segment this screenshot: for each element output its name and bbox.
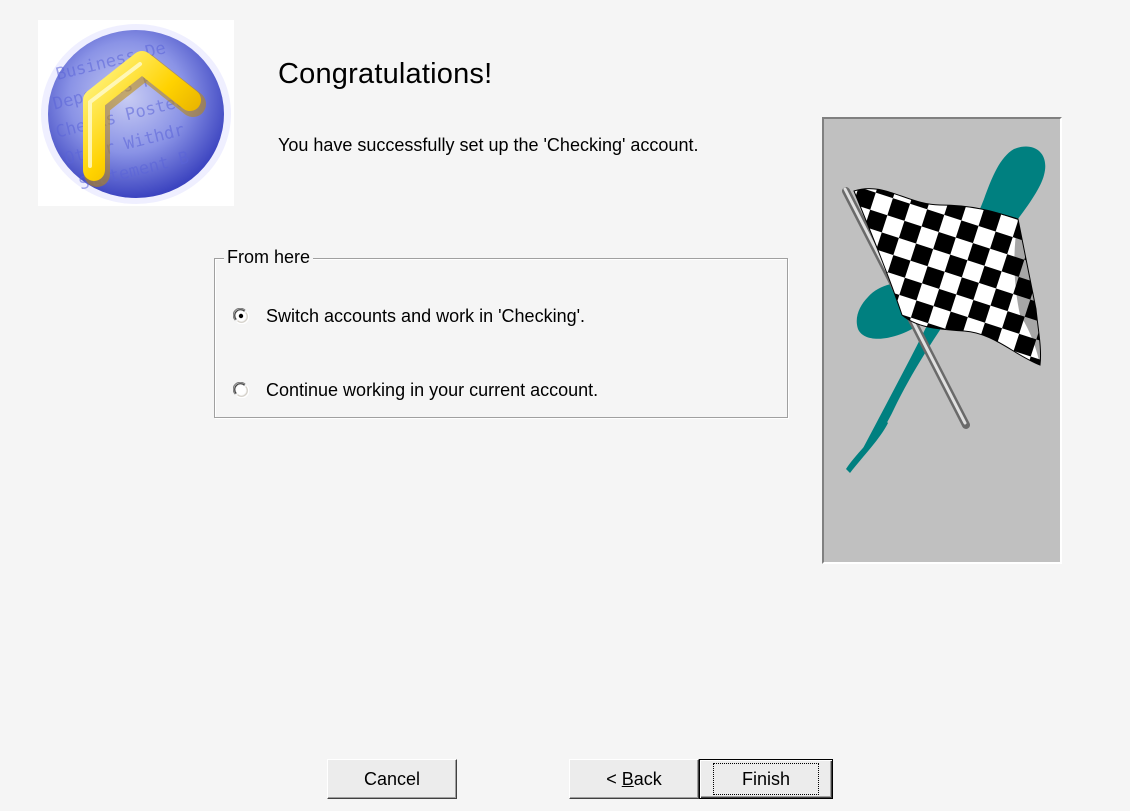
- back-mnemonic: B: [621, 768, 634, 789]
- cancel-button[interactable]: Cancel: [327, 759, 457, 799]
- finish-button-label: Finish: [712, 763, 819, 795]
- radio-continue-current-label[interactable]: Continue working in your current account…: [266, 379, 598, 401]
- house-globe-icon: Business De Deposits Pa Checks Posted Ot…: [41, 24, 231, 204]
- radio-selected-icon[interactable]: [232, 307, 250, 325]
- from-here-group: From here Switch accounts and work in 'C…: [214, 246, 788, 418]
- checkered-flag-icon: [842, 146, 1046, 473]
- radio-continue-current[interactable]: Continue working in your current account…: [232, 379, 598, 401]
- radio-switch-accounts-label[interactable]: Switch accounts and work in 'Checking'.: [266, 305, 585, 327]
- back-button[interactable]: < Back: [569, 759, 699, 799]
- app-logo: Business De Deposits Pa Checks Posted Ot…: [38, 20, 234, 206]
- success-message: You have successfully set up the 'Checki…: [278, 135, 699, 155]
- back-prefix: <: [606, 768, 622, 789]
- finish-button[interactable]: Finish: [699, 759, 833, 799]
- finish-illustration: [822, 117, 1062, 564]
- back-button-label: < Back: [606, 769, 662, 790]
- page-title: Congratulations!: [278, 58, 493, 90]
- group-label: From here: [224, 246, 314, 268]
- radio-switch-accounts[interactable]: Switch accounts and work in 'Checking'.: [232, 305, 585, 327]
- back-rest: ack: [633, 768, 662, 789]
- cancel-button-label: Cancel: [363, 768, 421, 789]
- radio-unselected-icon[interactable]: [232, 381, 250, 399]
